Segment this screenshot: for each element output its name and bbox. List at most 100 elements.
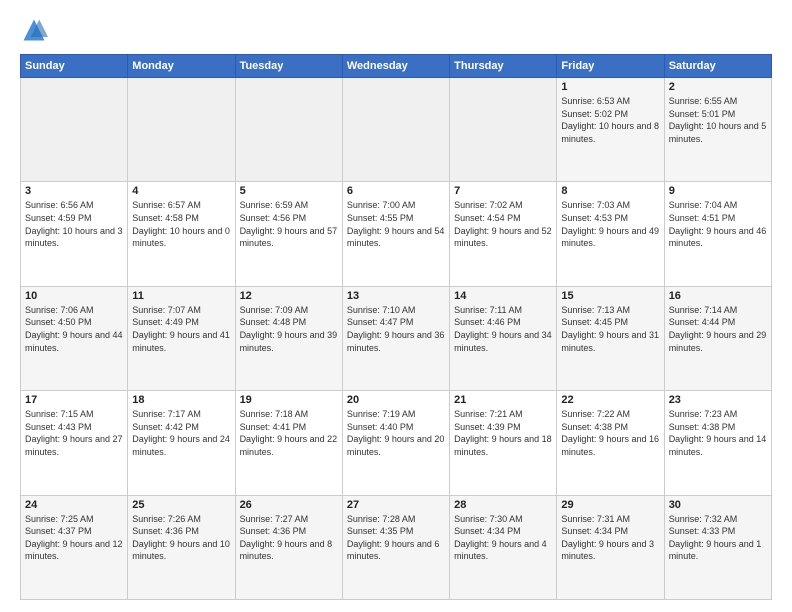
day-info: Sunrise: 7:27 AM Sunset: 4:36 PM Dayligh… (240, 513, 338, 563)
day-number: 23 (669, 394, 767, 406)
logo-icon (20, 16, 48, 44)
day-info: Sunrise: 7:30 AM Sunset: 4:34 PM Dayligh… (454, 513, 552, 563)
calendar-day-cell: 15 Sunrise: 7:13 AM Sunset: 4:45 PM Dayli… (557, 286, 664, 390)
day-info: Sunrise: 7:04 AM Sunset: 4:51 PM Dayligh… (669, 199, 767, 249)
calendar-day-cell: 11Sunrise: 7:07 AM Sunset: 4:49 PM Dayli… (128, 286, 235, 390)
calendar-week-row: 24 Sunrise: 7:25 AM Sunset: 4:37 PM Dayli… (21, 495, 772, 599)
day-number: 1 (561, 81, 659, 93)
day-number: 26 (240, 499, 338, 511)
day-number: 24 (25, 499, 123, 511)
calendar-day-cell (342, 78, 449, 182)
day-number: 29 (561, 499, 659, 511)
calendar-day-cell: 7 Sunrise: 7:02 AM Sunset: 4:54 PM Daylig… (450, 182, 557, 286)
day-number: 25 (132, 499, 230, 511)
calendar-day-cell: 27 Sunrise: 7:28 AM Sunset: 4:35 PM Dayli… (342, 495, 449, 599)
day-number: 19 (240, 394, 338, 406)
calendar-day-cell (128, 78, 235, 182)
day-info: Sunrise: 7:19 AM Sunset: 4:40 PM Dayligh… (347, 408, 445, 458)
day-of-week-header: Friday (557, 55, 664, 78)
calendar-day-cell: 22Sunrise: 7:22 AM Sunset: 4:38 PM Dayli… (557, 391, 664, 495)
day-number: 28 (454, 499, 552, 511)
day-info: Sunrise: 7:13 AM Sunset: 4:45 PM Dayligh… (561, 304, 659, 354)
logo (20, 16, 52, 44)
calendar-day-cell: 10 Sunrise: 7:06 AM Sunset: 4:50 PM Dayli… (21, 286, 128, 390)
calendar-day-cell (450, 78, 557, 182)
calendar-day-cell (235, 78, 342, 182)
calendar-day-cell: 12 Sunrise: 7:09 AM Sunset: 4:48 PM Dayli… (235, 286, 342, 390)
day-info: Sunrise: 7:03 AM Sunset: 4:53 PM Dayligh… (561, 199, 659, 249)
calendar-day-cell: 6 Sunrise: 7:00 AM Sunset: 4:55 PM Daylig… (342, 182, 449, 286)
calendar-day-cell: 3Sunrise: 6:56 AM Sunset: 4:59 PM Daylig… (21, 182, 128, 286)
day-number: 16 (669, 290, 767, 302)
day-info: Sunrise: 7:09 AM Sunset: 4:48 PM Dayligh… (240, 304, 338, 354)
day-info: Sunrise: 7:15 AM Sunset: 4:43 PM Dayligh… (25, 408, 123, 458)
calendar-day-cell: 23 Sunrise: 7:23 AM Sunset: 4:38 PM Dayli… (664, 391, 771, 495)
day-info: Sunrise: 7:02 AM Sunset: 4:54 PM Dayligh… (454, 199, 552, 249)
day-info: Sunrise: 7:17 AM Sunset: 4:42 PM Dayligh… (132, 408, 230, 458)
calendar-day-cell: 9 Sunrise: 7:04 AM Sunset: 4:51 PM Daylig… (664, 182, 771, 286)
day-info: Sunrise: 7:23 AM Sunset: 4:38 PM Dayligh… (669, 408, 767, 458)
calendar-day-cell: 5 Sunrise: 6:59 AM Sunset: 4:56 PM Daylig… (235, 182, 342, 286)
day-info: Sunrise: 7:11 AM Sunset: 4:46 PM Dayligh… (454, 304, 552, 354)
day-number: 21 (454, 394, 552, 406)
day-info: Sunrise: 7:10 AM Sunset: 4:47 PM Dayligh… (347, 304, 445, 354)
day-of-week-header: Tuesday (235, 55, 342, 78)
day-info: Sunrise: 7:00 AM Sunset: 4:55 PM Dayligh… (347, 199, 445, 249)
day-info: Sunrise: 6:55 AM Sunset: 5:01 PM Dayligh… (669, 95, 767, 145)
calendar-day-cell: 19 Sunrise: 7:18 AM Sunset: 4:41 PM Dayli… (235, 391, 342, 495)
day-info: Sunrise: 7:25 AM Sunset: 4:37 PM Dayligh… (25, 513, 123, 563)
calendar-day-cell: 17Sunrise: 7:15 AM Sunset: 4:43 PM Dayli… (21, 391, 128, 495)
day-info: Sunrise: 7:21 AM Sunset: 4:39 PM Dayligh… (454, 408, 552, 458)
day-number: 15 (561, 290, 659, 302)
calendar-week-row: 3Sunrise: 6:56 AM Sunset: 4:59 PM Daylig… (21, 182, 772, 286)
page: SundayMondayTuesdayWednesdayThursdayFrid… (0, 0, 792, 612)
day-number: 13 (347, 290, 445, 302)
day-number: 30 (669, 499, 767, 511)
day-info: Sunrise: 7:28 AM Sunset: 4:35 PM Dayligh… (347, 513, 445, 563)
day-number: 9 (669, 185, 767, 197)
day-of-week-header: Monday (128, 55, 235, 78)
day-of-week-header: Saturday (664, 55, 771, 78)
calendar-table: SundayMondayTuesdayWednesdayThursdayFrid… (20, 54, 772, 600)
calendar-day-cell: 26 Sunrise: 7:27 AM Sunset: 4:36 PM Dayli… (235, 495, 342, 599)
calendar-header-row: SundayMondayTuesdayWednesdayThursdayFrid… (21, 55, 772, 78)
calendar-day-cell: 30 Sunrise: 7:32 AM Sunset: 4:33 PM Dayli… (664, 495, 771, 599)
calendar-day-cell: 13 Sunrise: 7:10 AM Sunset: 4:47 PM Dayli… (342, 286, 449, 390)
day-of-week-header: Wednesday (342, 55, 449, 78)
calendar-day-cell: 25 Sunrise: 7:26 AM Sunset: 4:36 PM Dayli… (128, 495, 235, 599)
calendar-week-row: 1Sunrise: 6:53 AM Sunset: 5:02 PM Daylig… (21, 78, 772, 182)
calendar-day-cell: 14Sunrise: 7:11 AM Sunset: 4:46 PM Dayli… (450, 286, 557, 390)
day-number: 27 (347, 499, 445, 511)
day-number: 11 (132, 290, 230, 302)
calendar-week-row: 17Sunrise: 7:15 AM Sunset: 4:43 PM Dayli… (21, 391, 772, 495)
calendar-day-cell: 4Sunrise: 6:57 AM Sunset: 4:58 PM Daylig… (128, 182, 235, 286)
calendar: SundayMondayTuesdayWednesdayThursdayFrid… (20, 54, 772, 600)
day-info: Sunrise: 7:22 AM Sunset: 4:38 PM Dayligh… (561, 408, 659, 458)
day-number: 3 (25, 185, 123, 197)
day-info: Sunrise: 7:31 AM Sunset: 4:34 PM Dayligh… (561, 513, 659, 563)
day-info: Sunrise: 6:57 AM Sunset: 4:58 PM Dayligh… (132, 199, 230, 249)
day-info: Sunrise: 7:32 AM Sunset: 4:33 PM Dayligh… (669, 513, 767, 563)
calendar-week-row: 10 Sunrise: 7:06 AM Sunset: 4:50 PM Dayli… (21, 286, 772, 390)
calendar-day-cell: 18Sunrise: 7:17 AM Sunset: 4:42 PM Dayli… (128, 391, 235, 495)
day-number: 7 (454, 185, 552, 197)
calendar-day-cell: 20 Sunrise: 7:19 AM Sunset: 4:40 PM Dayli… (342, 391, 449, 495)
day-number: 8 (561, 185, 659, 197)
calendar-day-cell: 1Sunrise: 6:53 AM Sunset: 5:02 PM Daylig… (557, 78, 664, 182)
day-number: 2 (669, 81, 767, 93)
day-number: 6 (347, 185, 445, 197)
calendar-day-cell: 21 Sunrise: 7:21 AM Sunset: 4:39 PM Dayli… (450, 391, 557, 495)
day-number: 10 (25, 290, 123, 302)
calendar-day-cell: 16 Sunrise: 7:14 AM Sunset: 4:44 PM Dayli… (664, 286, 771, 390)
day-info: Sunrise: 7:14 AM Sunset: 4:44 PM Dayligh… (669, 304, 767, 354)
calendar-day-cell (21, 78, 128, 182)
day-info: Sunrise: 7:26 AM Sunset: 4:36 PM Dayligh… (132, 513, 230, 563)
calendar-day-cell: 24 Sunrise: 7:25 AM Sunset: 4:37 PM Dayli… (21, 495, 128, 599)
calendar-day-cell: 29 Sunrise: 7:31 AM Sunset: 4:34 PM Dayli… (557, 495, 664, 599)
day-number: 12 (240, 290, 338, 302)
day-info: Sunrise: 7:06 AM Sunset: 4:50 PM Dayligh… (25, 304, 123, 354)
day-info: Sunrise: 6:59 AM Sunset: 4:56 PM Dayligh… (240, 199, 338, 249)
day-number: 20 (347, 394, 445, 406)
day-info: Sunrise: 7:18 AM Sunset: 4:41 PM Dayligh… (240, 408, 338, 458)
day-number: 5 (240, 185, 338, 197)
